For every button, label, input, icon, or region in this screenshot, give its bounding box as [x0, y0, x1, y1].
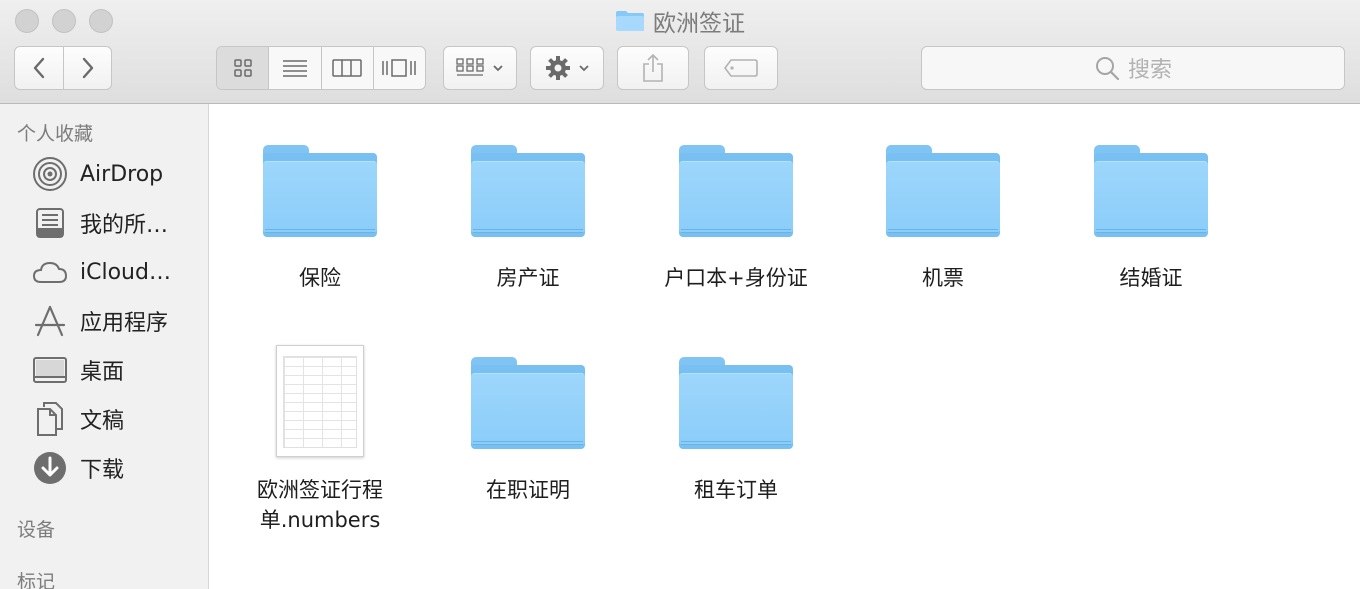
folder-icon	[471, 357, 585, 449]
devices-header: 设备	[17, 519, 56, 541]
folder-icon	[1094, 145, 1208, 237]
sidebar-item-all-files[interactable]: 我的所…	[30, 203, 205, 243]
file-item[interactable]: 在职证明	[423, 325, 633, 505]
tag-icon	[724, 59, 758, 77]
sidebar-item-label: 我的所…	[80, 213, 169, 238]
file-item[interactable]: 保险	[215, 113, 425, 293]
file-name: 结婚证	[1119, 266, 1183, 290]
search-icon	[1095, 57, 1120, 81]
folder-icon	[679, 357, 793, 449]
arrange-button[interactable]	[443, 46, 517, 90]
file-item[interactable]: 户口本+身份证	[631, 113, 841, 293]
file-name: 保险	[299, 266, 341, 290]
file-name: 欧洲签证行程单.numbers	[257, 478, 383, 532]
sidebar-item-label: 桌面	[80, 360, 125, 385]
file-item[interactable]: 欧洲签证行程单.numbers	[215, 325, 425, 535]
download-icon	[30, 448, 70, 488]
action-button[interactable]	[530, 46, 604, 90]
share-button[interactable]	[617, 46, 689, 90]
sidebar-item-desktop[interactable]: 桌面	[30, 350, 205, 390]
sidebar-item-label: 应用程序	[80, 311, 169, 336]
documents-icon	[30, 399, 70, 439]
view-mode-control	[216, 46, 426, 90]
icon-view-icon	[233, 59, 252, 77]
numbers-document-icon	[276, 345, 364, 457]
list-view-button[interactable]	[269, 47, 322, 89]
file-name: 机票	[922, 266, 964, 290]
search-placeholder: 搜索	[1127, 58, 1172, 83]
chevron-right-icon	[82, 57, 93, 79]
airdrop-icon	[30, 154, 70, 194]
cloud-icon	[30, 252, 70, 292]
file-item[interactable]: 租车订单	[631, 325, 841, 505]
desktop-icon	[30, 350, 70, 390]
file-name: 租车订单	[694, 478, 778, 502]
file-item[interactable]: 房产证	[423, 113, 633, 293]
arrange-grid-icon	[456, 58, 484, 76]
sidebar-item-label: iCloud…	[80, 259, 171, 285]
sidebar-item-label: 下载	[80, 458, 125, 483]
sidebar: 个人收藏 AirDrop 我的所… iCloud… 应用程序 桌面 文稿 下载 …	[0, 104, 209, 589]
tags-header: 标记	[17, 571, 56, 589]
all-files-icon	[30, 203, 70, 243]
window-toolbar: 欧洲签证 搜索	[0, 0, 1360, 104]
file-browser: 保险 房产证 户口本+身份证 机票 结婚证 欧洲签证行程单.numbers 在职…	[210, 105, 1360, 589]
chevron-down-icon	[579, 65, 589, 72]
forward-button[interactable]	[63, 46, 112, 90]
folder-icon	[679, 145, 793, 237]
applications-icon	[30, 301, 70, 341]
file-name: 房产证	[496, 266, 560, 290]
cover-flow-icon	[382, 59, 417, 77]
chevron-left-icon	[33, 57, 45, 79]
window-title-label: 欧洲签证	[653, 11, 745, 37]
file-item[interactable]: 结婚证	[1046, 113, 1256, 293]
sidebar-item-airdrop[interactable]: AirDrop	[30, 154, 205, 194]
sidebar-item-label: AirDrop	[80, 161, 164, 187]
cover-flow-view-button[interactable]	[374, 47, 425, 89]
folder-icon	[886, 145, 1000, 237]
file-name: 在职证明	[486, 478, 570, 502]
column-view-button[interactable]	[322, 47, 374, 89]
list-view-icon	[282, 60, 307, 77]
file-name: 户口本+身份证	[664, 266, 808, 290]
column-view-icon	[332, 59, 362, 77]
tag-button[interactable]	[704, 46, 778, 90]
file-item[interactable]: 机票	[838, 113, 1048, 293]
folder-icon	[615, 10, 645, 32]
folder-icon	[263, 145, 377, 237]
share-icon	[643, 53, 663, 82]
chevron-down-icon	[493, 65, 503, 72]
sidebar-item-downloads[interactable]: 下载	[30, 448, 205, 488]
favorites-header: 个人收藏	[17, 123, 94, 145]
search-field[interactable]: 搜索	[921, 46, 1345, 90]
sidebar-item-icloud[interactable]: iCloud…	[30, 252, 205, 292]
back-button[interactable]	[14, 46, 64, 90]
gear-icon	[546, 56, 570, 80]
icon-view-button[interactable]	[217, 47, 270, 89]
folder-icon	[471, 145, 585, 237]
sidebar-item-applications[interactable]: 应用程序	[30, 301, 205, 341]
sidebar-item-documents[interactable]: 文稿	[30, 399, 205, 439]
sidebar-item-label: 文稿	[80, 409, 125, 434]
window-title: 欧洲签证	[0, 6, 1360, 37]
